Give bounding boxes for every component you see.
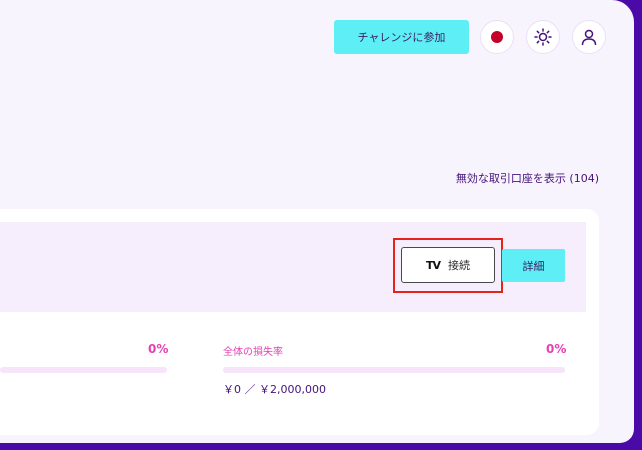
connect-button-label: 接続: [448, 259, 471, 272]
join-challenge-button[interactable]: チャレンジに参加: [334, 20, 469, 54]
sun-icon: [534, 28, 552, 46]
show-inactive-accounts-link[interactable]: 無効な取引口座を表示 (104): [456, 170, 599, 186]
connect-button[interactable]: TV 接続: [401, 247, 495, 283]
language-button[interactable]: [480, 20, 514, 54]
details-button[interactable]: 詳細: [502, 249, 565, 282]
overall-loss-percent: 0%: [546, 342, 567, 356]
overall-loss-progress-bar: [223, 367, 565, 373]
account-button[interactable]: [572, 20, 606, 54]
overall-loss-value: ￥0 ／ ￥2,000,000: [223, 383, 326, 396]
account-card: [0, 209, 599, 435]
japan-flag-icon: [491, 31, 503, 43]
left-stat-progress-bar: [0, 367, 167, 373]
user-icon: [581, 29, 597, 46]
left-stat-percent: 0%: [148, 342, 169, 356]
tradingview-logo-icon: TV: [425, 258, 441, 272]
app-window: チャレンジに参加 無効な取引口座を表示 (104) TV 接続 詳細 0% 全体…: [0, 0, 634, 443]
overall-loss-label: 全体の損失率: [223, 347, 283, 358]
theme-toggle-button[interactable]: [526, 20, 560, 54]
